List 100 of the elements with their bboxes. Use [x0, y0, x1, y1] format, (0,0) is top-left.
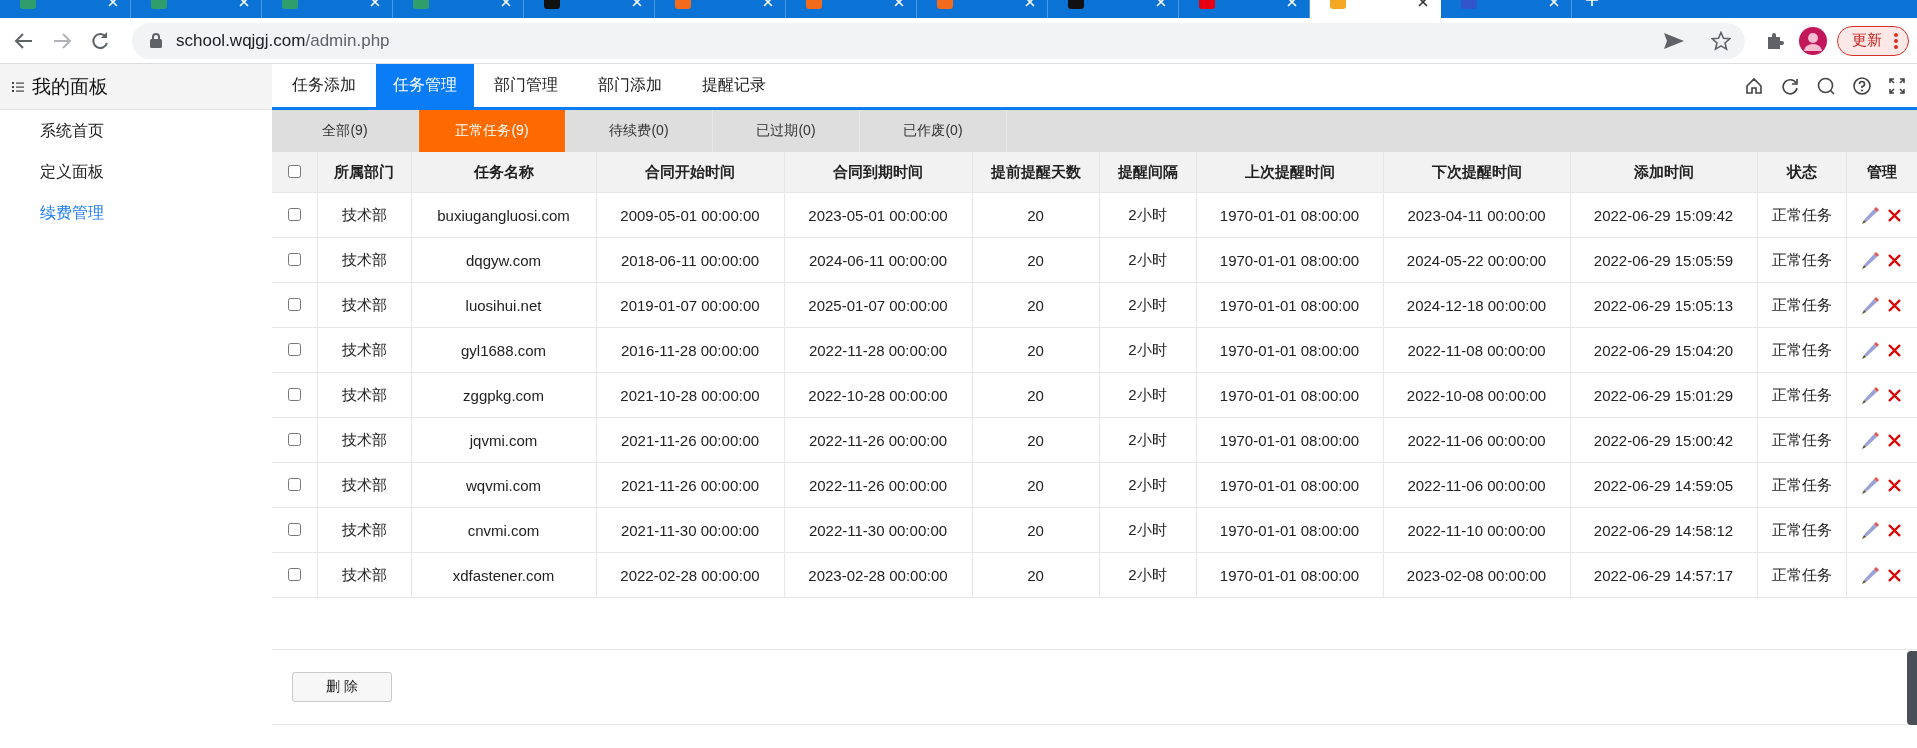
table-cell: luosihui.net [465, 296, 542, 314]
pencil-icon[interactable] [1861, 476, 1879, 494]
reload-icon[interactable] [90, 30, 110, 51]
table-cell: zggpkg.com [463, 386, 544, 404]
table-cell: 2022-11-26 00:00:00 [808, 476, 948, 494]
home-icon[interactable] [1745, 76, 1763, 95]
nav-tab[interactable]: 任务管理 [376, 64, 474, 107]
row-checkbox[interactable] [287, 522, 301, 536]
delete-icon[interactable] [1887, 342, 1902, 358]
pencil-icon[interactable] [1861, 206, 1879, 224]
back-icon[interactable] [14, 30, 34, 51]
pencil-icon[interactable] [1861, 521, 1879, 539]
delete-icon[interactable] [1887, 387, 1902, 403]
table-cell: 技术部 [341, 295, 387, 315]
table-cell: 2022-11-30 00:00:00 [808, 521, 948, 539]
row-checkbox[interactable] [287, 387, 301, 401]
table-cell: 20 [1027, 521, 1044, 539]
table-cell: 2018-06-11 00:00:00 [620, 251, 760, 269]
delete-icon[interactable] [1887, 207, 1902, 223]
delete-icon[interactable] [1887, 477, 1902, 493]
table-cell: 技术部 [341, 250, 387, 270]
delete-button[interactable]: 删 除 [292, 672, 392, 702]
column-header: 下次提醒时间 [1431, 162, 1522, 182]
sidebar-item[interactable]: 定义面板 [0, 151, 272, 192]
pencil-icon[interactable] [1861, 566, 1879, 584]
row-checkbox[interactable] [287, 567, 301, 581]
table-cell: 1970-01-01 08:00:00 [1219, 341, 1360, 359]
table-cell: 技术部 [341, 565, 387, 585]
sidebar-item[interactable]: 系统首页 [0, 110, 272, 151]
table-cell: 2022-06-29 15:04:20 [1593, 341, 1734, 359]
row-checkbox[interactable] [287, 207, 301, 221]
delete-icon[interactable] [1887, 522, 1902, 538]
table-cell: 2022-11-28 00:00:00 [808, 341, 948, 359]
table-cell: 2024-12-18 00:00:00 [1406, 296, 1547, 314]
table-cell: dqgyw.com [465, 251, 541, 269]
table-cell: 20 [1027, 566, 1044, 584]
table-cell: jqvmi.com [469, 431, 538, 449]
table-cell: 正常任务 [1771, 250, 1832, 270]
update-button[interactable]: 更新 [1837, 25, 1909, 56]
row-checkbox[interactable] [287, 342, 301, 356]
table-cell: 技术部 [341, 430, 387, 450]
pencil-icon[interactable] [1861, 296, 1879, 314]
more-icon[interactable] [1894, 32, 1898, 49]
star-icon[interactable] [1711, 30, 1731, 51]
select-all-checkbox[interactable] [287, 164, 301, 178]
row-checkbox[interactable] [287, 432, 301, 446]
lock-icon [150, 33, 162, 48]
column-header: 提前提醒天数 [990, 162, 1081, 182]
row-checkbox[interactable] [287, 297, 301, 311]
search-icon[interactable] [1817, 76, 1835, 95]
table-cell: 20 [1027, 341, 1044, 359]
delete-icon[interactable] [1887, 297, 1902, 313]
delete-icon[interactable] [1887, 567, 1902, 583]
nav-tab[interactable]: 部门管理 [474, 64, 578, 107]
column-header: 上次提醒时间 [1244, 162, 1335, 182]
table-cell: wqvmi.com [466, 476, 541, 494]
row-checkbox[interactable] [287, 477, 301, 491]
pencil-icon[interactable] [1861, 341, 1879, 359]
table-cell: 20 [1027, 431, 1044, 449]
refresh-icon[interactable] [1781, 76, 1799, 95]
row-checkbox[interactable] [287, 252, 301, 266]
table-cell: 2022-11-06 00:00:00 [1407, 476, 1546, 494]
table-cell: 20 [1027, 251, 1044, 269]
table-cell: 2022-11-10 00:00:00 [1407, 521, 1546, 539]
table-cell: 技术部 [341, 520, 387, 540]
puzzle-icon[interactable] [1765, 30, 1785, 51]
nav-tab[interactable]: 任务添加 [272, 64, 376, 107]
table-cell: 2022-06-29 14:59:05 [1593, 476, 1734, 494]
table-cell: 2小时 [1128, 295, 1167, 315]
sidebar-item[interactable]: 续费管理 [0, 192, 272, 233]
delete-icon[interactable] [1887, 252, 1902, 268]
avatar-icon[interactable] [1799, 26, 1827, 55]
column-header: 合同到期时间 [833, 162, 923, 182]
pencil-icon[interactable] [1861, 386, 1879, 404]
table-cell: 1970-01-01 08:00:00 [1219, 566, 1360, 584]
list-icon [12, 81, 24, 92]
help-icon[interactable] [1853, 76, 1871, 95]
pencil-icon[interactable] [1861, 251, 1879, 269]
send-icon[interactable] [1663, 31, 1685, 50]
close-icon[interactable] [1418, 0, 1428, 7]
nav-tab[interactable]: 部门添加 [578, 64, 682, 107]
table-cell: 正常任务 [1771, 340, 1832, 360]
table-cell: 2小时 [1128, 340, 1167, 360]
pencil-icon[interactable] [1861, 431, 1879, 449]
table-cell: 2009-05-01 00:00:00 [620, 206, 760, 224]
table-cell: gyl1688.com [460, 341, 547, 359]
table-cell: 1970-01-01 08:00:00 [1219, 251, 1360, 269]
fullscreen-icon[interactable] [1889, 77, 1905, 94]
table-cell: 技术部 [341, 475, 387, 495]
table-cell: 2022-10-08 00:00:00 [1406, 386, 1547, 404]
table-cell: 2022-06-29 15:01:29 [1593, 386, 1734, 404]
address-bar[interactable]: school.wqjgj.com/admin.php [132, 22, 1745, 59]
table-cell: 2小时 [1128, 520, 1167, 540]
nav-tab[interactable]: 提醒记录 [682, 64, 786, 107]
table-cell: 2小时 [1128, 205, 1167, 225]
delete-icon[interactable] [1887, 432, 1902, 448]
table-cell: 1970-01-01 08:00:00 [1219, 386, 1360, 404]
table-cell: 2024-06-11 00:00:00 [808, 251, 948, 269]
table-cell: 2小时 [1128, 475, 1167, 495]
table-cell: 2022-10-28 00:00:00 [808, 386, 948, 404]
